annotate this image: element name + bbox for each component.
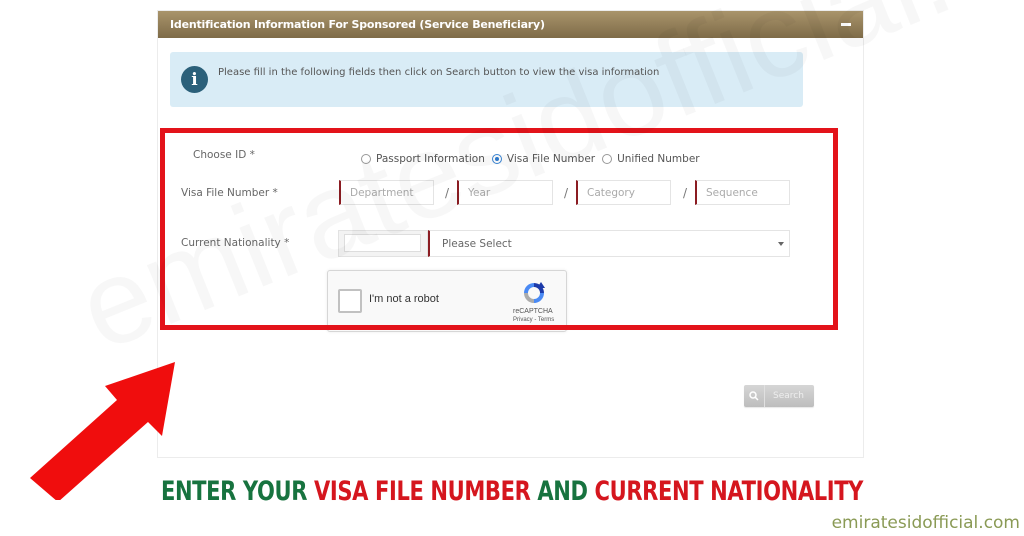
- caption-part: VISA FILE NUMBER: [314, 476, 531, 507]
- nationality-selected-value: Please Select: [442, 238, 512, 250]
- radio-label: Passport Information: [376, 153, 485, 165]
- site-url: emiratesidofficial.com: [831, 513, 1020, 533]
- info-alert: i Please fill in the following fields th…: [170, 52, 803, 107]
- chevron-down-icon: [778, 242, 784, 246]
- caption-part: CURRENT NATIONALITY: [594, 476, 864, 507]
- department-input[interactable]: [339, 180, 434, 205]
- search-button-label: Search: [773, 391, 804, 401]
- nationality-select[interactable]: Please Select: [428, 230, 790, 257]
- radio-button[interactable]: [602, 154, 613, 164]
- nationality-code-input[interactable]: [344, 234, 421, 252]
- separator: /: [564, 186, 569, 200]
- choose-id-radio-group: Passport Information Visa File Number Un…: [361, 153, 707, 165]
- info-icon: i: [181, 66, 208, 93]
- search-icon: [744, 385, 765, 407]
- arrow-icon: [30, 362, 175, 500]
- radio-button[interactable]: [491, 154, 502, 164]
- radio-passport-information[interactable]: Passport Information: [361, 153, 485, 165]
- choose-id-label: Choose ID *: [193, 149, 255, 161]
- radio-label: Visa File Number: [506, 153, 596, 165]
- category-input[interactable]: [576, 180, 671, 205]
- panel-title: Identification Information For Sponsored…: [170, 18, 545, 31]
- caption-part: AND: [530, 476, 595, 507]
- recaptcha-checkbox[interactable]: [338, 289, 362, 313]
- year-input[interactable]: [457, 180, 553, 205]
- recaptcha-brand: reCAPTCHA: [513, 308, 553, 315]
- sequence-input[interactable]: [695, 180, 790, 205]
- radio-visa-file-number[interactable]: Visa File Number: [491, 153, 596, 165]
- visa-file-number-label: Visa File Number *: [181, 187, 278, 199]
- current-nationality-label: Current Nationality *: [181, 237, 290, 249]
- separator: /: [683, 186, 688, 200]
- recaptcha-label: I'm not a robot: [369, 293, 439, 305]
- recaptcha-widget: I'm not a robot reCAPTCHA Privacy - Term…: [327, 270, 567, 332]
- panel-header[interactable]: Identification Information For Sponsored…: [158, 11, 863, 38]
- search-button[interactable]: Search: [744, 385, 814, 407]
- minus-icon[interactable]: [841, 23, 851, 26]
- instruction-caption: ENTER YOUR VISA FILE NUMBER AND CURRENT …: [113, 476, 912, 507]
- info-message: Please fill in the following fields then…: [218, 67, 660, 78]
- radio-button[interactable]: [361, 154, 371, 164]
- radio-unified-number[interactable]: Unified Number: [602, 153, 700, 165]
- separator: /: [445, 186, 450, 200]
- recaptcha-privacy-terms-link[interactable]: Privacy - Terms: [513, 317, 554, 323]
- radio-label: Unified Number: [617, 153, 700, 165]
- nationality-code-wrapper: [338, 230, 428, 257]
- recaptcha-logo-icon: [524, 282, 545, 303]
